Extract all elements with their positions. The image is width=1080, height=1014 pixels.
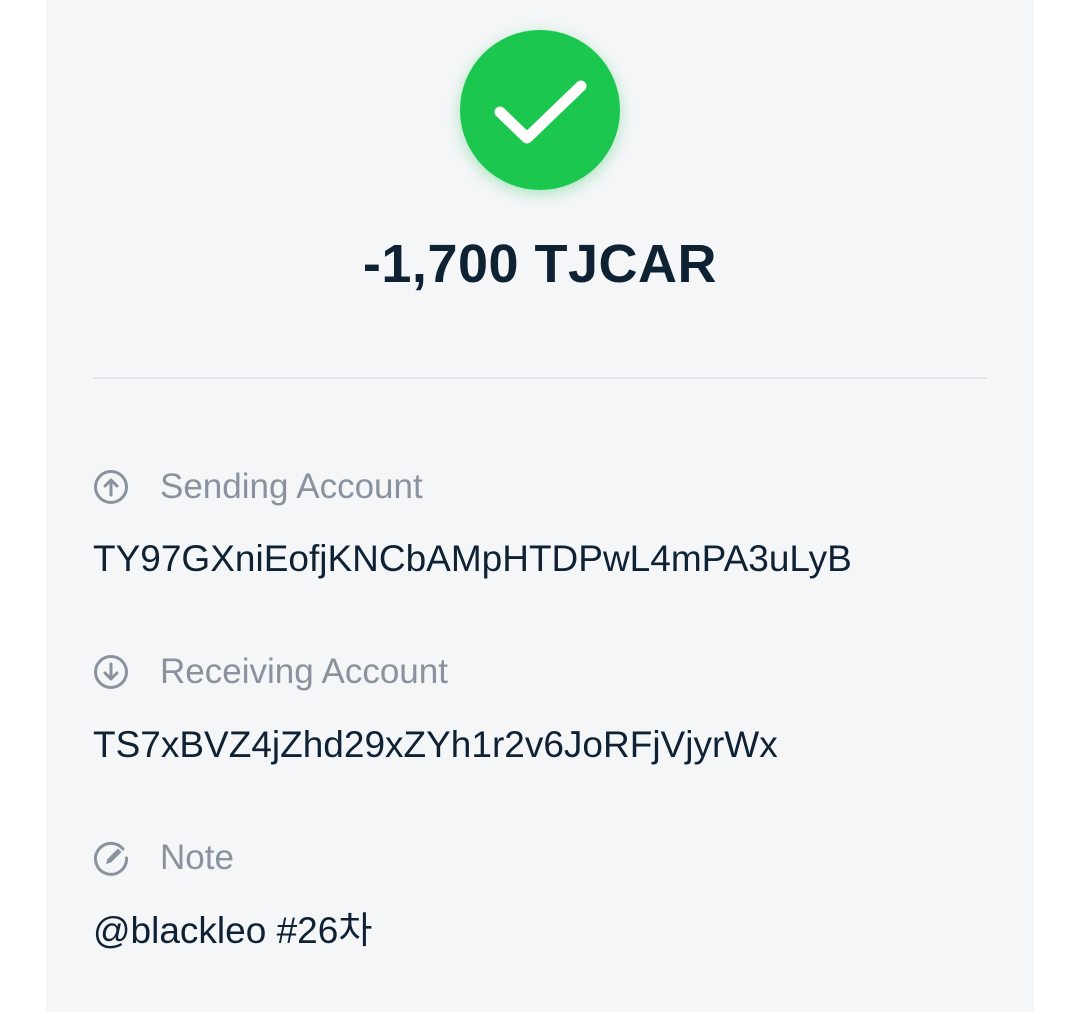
transaction-detail-card: -1,700 TJCAR Sending Account TY97GXniEof… (46, 0, 1034, 1012)
arrow-down-circle-icon (93, 654, 129, 690)
receiving-account-label-text: Receiving Account (160, 652, 448, 691)
checkmark-icon (494, 80, 587, 144)
arrow-up-circle-icon (93, 469, 129, 505)
sending-account-label-text: Sending Account (160, 467, 423, 506)
divider (93, 377, 987, 379)
note-label-text: Note (160, 838, 234, 877)
sending-account-value[interactable]: TY97GXniEofjKNCbAMpHTDPwL4mPA3uLyB (93, 536, 852, 582)
transaction-amount: -1,700 TJCAR (362, 234, 718, 294)
note-label: Note (93, 836, 234, 880)
success-badge (460, 30, 620, 190)
receiving-account-value[interactable]: TS7xBVZ4jZhd29xZYh1r2v6JoRFjVjyrWx (93, 722, 778, 768)
edit-circle-icon (93, 840, 129, 876)
receiving-account-label: Receiving Account (93, 650, 448, 694)
sending-account-label: Sending Account (93, 465, 423, 509)
note-value: @blackleo #26차 (93, 910, 373, 951)
